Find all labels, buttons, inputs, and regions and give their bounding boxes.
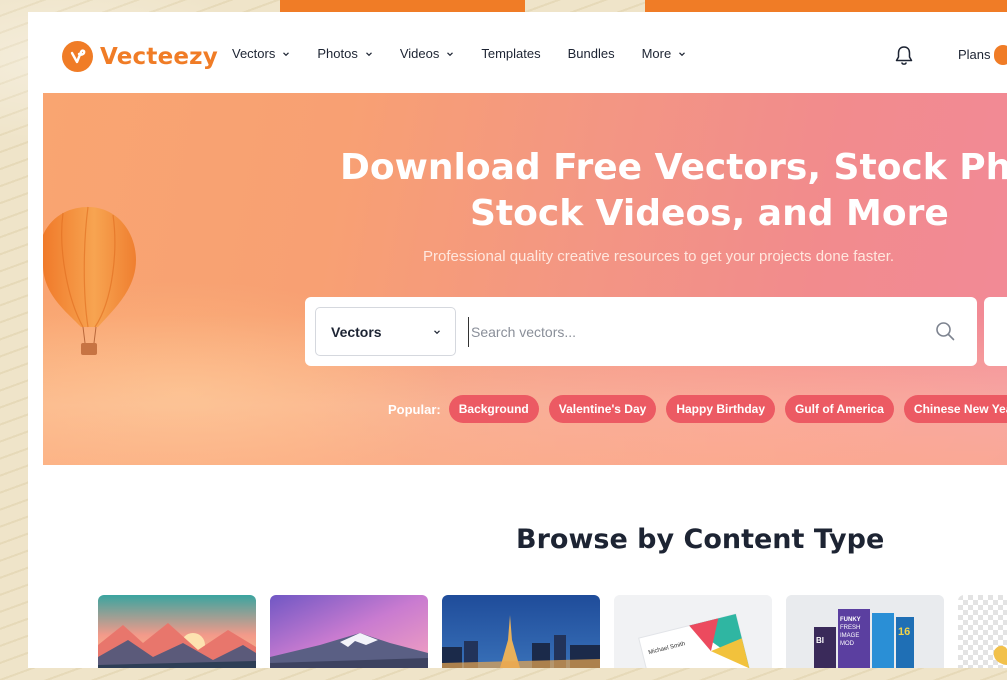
logo[interactable]: Vecteezy	[62, 41, 218, 72]
page: Vecteezy Vectors Photos Videos Templates…	[28, 12, 1007, 668]
nav-label: Bundles	[567, 46, 615, 61]
popular-tag-chip[interactable]: Chinese New Year	[903, 395, 1007, 423]
chevron-down-icon	[434, 330, 440, 335]
nav-item-vectors[interactable]: Vectors	[232, 46, 290, 61]
plans-link[interactable]: Plans	[958, 47, 991, 62]
popular-tag-chip[interactable]: Background	[448, 395, 539, 423]
thumbnail-mountains-sunset[interactable]	[98, 595, 256, 668]
thumbnail-business-card[interactable]: Michael Smith	[614, 595, 772, 668]
hero-title-line2: Stock Videos, and More	[470, 193, 949, 234]
box-text: FUNKY	[840, 617, 861, 623]
svg-text:BI: BI	[816, 636, 824, 645]
thumbnail-snowy-peak[interactable]	[270, 595, 428, 668]
hero-subtitle: Professional quality creative resources …	[423, 248, 895, 265]
site-header: Vecteezy Vectors Photos Videos Templates…	[28, 12, 1007, 92]
browser-tab-strip	[645, 0, 1007, 12]
search-bar: Vectors	[305, 297, 977, 366]
main-nav: Vectors Photos Videos Templates Bundles …	[232, 46, 713, 61]
search-icon[interactable]	[935, 321, 955, 341]
popular-tag-chip[interactable]: Valentine's Day	[548, 395, 657, 423]
search-category-select[interactable]: Vectors	[315, 307, 456, 356]
plans-badge	[994, 45, 1007, 65]
box-text: MOD	[840, 641, 855, 647]
nav-item-bundles[interactable]: Bundles	[568, 46, 615, 61]
thumbnail-transparent-png[interactable]	[958, 595, 1007, 668]
browser-tab-strip	[280, 0, 525, 12]
popular-tags: Popular: Background Valentine's Day Happ…	[388, 395, 1007, 423]
logo-icon	[62, 41, 93, 72]
nav-label: More	[641, 46, 672, 61]
nav-item-photos[interactable]: Photos	[317, 46, 372, 61]
nav-item-more[interactable]: More	[642, 46, 687, 61]
hero-banner: Download Free Vectors, Stock Photos, Sto…	[43, 93, 1007, 465]
search-extra-button[interactable]	[984, 297, 1007, 366]
nav-label: Photos	[317, 46, 358, 61]
popular-label: Popular:	[388, 401, 441, 417]
chevron-down-icon	[365, 51, 372, 56]
logo-text: Vecteezy	[100, 43, 218, 70]
nav-label: Videos	[399, 46, 440, 61]
hero-title-line1: Download Free Vectors, Stock Photos,	[340, 147, 1007, 188]
bell-icon[interactable]	[894, 45, 914, 67]
browse-section-title: Browse by Content Type	[516, 524, 885, 555]
search-category-value: Vectors	[331, 323, 382, 340]
box-text: FRESH	[840, 625, 860, 631]
hero-title: Download Free Vectors, Stock Photos, Sto…	[43, 145, 1007, 237]
thumbnail-product-boxes[interactable]: BI FUNKY FRESH IMAGE MOD 16	[786, 595, 944, 668]
nav-item-templates[interactable]: Templates	[481, 46, 540, 61]
box-text: 16	[898, 626, 910, 638]
nav-label: Templates	[481, 46, 541, 61]
box-text: IMAGE	[840, 633, 859, 639]
search-input[interactable]	[468, 317, 908, 347]
nav-item-videos[interactable]: Videos	[400, 46, 455, 61]
popular-tag-chip[interactable]: Happy Birthday	[666, 395, 775, 423]
chevron-down-icon	[679, 51, 686, 56]
nav-label: Vectors	[232, 46, 276, 61]
chevron-down-icon	[447, 51, 454, 56]
popular-tag-chip[interactable]: Gulf of America	[785, 395, 894, 423]
thumbnail-city-night[interactable]	[442, 595, 600, 668]
chevron-down-icon	[283, 51, 290, 56]
